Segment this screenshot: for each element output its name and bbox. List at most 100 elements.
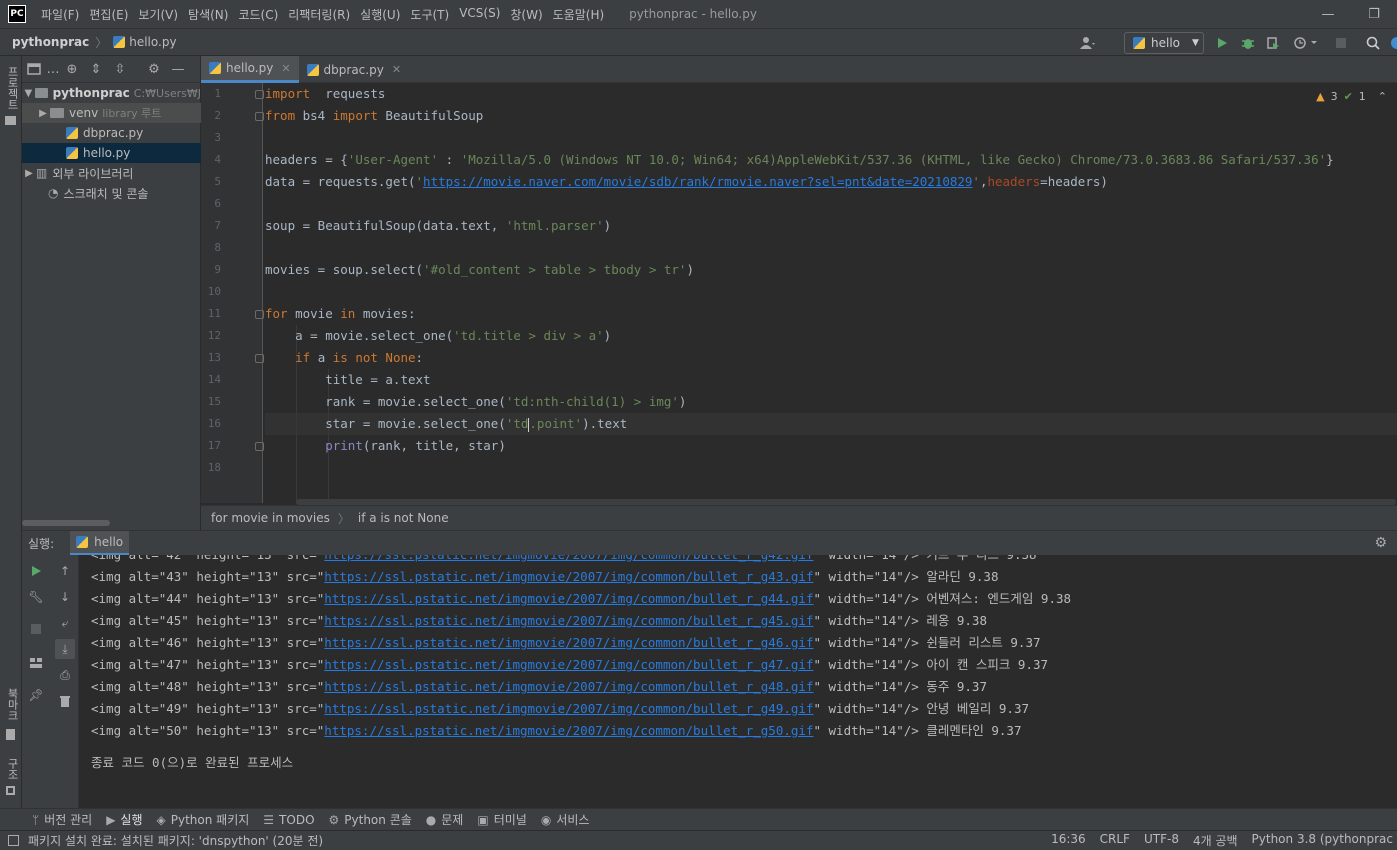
layout-icon[interactable] (26, 653, 46, 673)
breadcrumb-if[interactable]: if a is not None (358, 511, 449, 525)
trash-icon[interactable] (55, 691, 75, 711)
console-link[interactable]: https://ssl.pstatic.net/imgmovie/2007/im… (324, 657, 813, 672)
line-separator[interactable]: CRLF (1100, 832, 1130, 849)
chevron-up-icon[interactable]: ⌃ (1378, 90, 1387, 103)
fold-marker-icon[interactable] (255, 90, 264, 99)
console-link[interactable]: https://ssl.pstatic.net/imgmovie/2007/im… (324, 635, 813, 650)
tool-tab[interactable]: ᛘ 버전 관리 (32, 811, 92, 828)
fold-marker-icon[interactable] (255, 112, 264, 121)
run-tab-hello[interactable]: hello (70, 530, 130, 556)
menu-item[interactable]: 실행(U) (355, 6, 405, 23)
maximize-button[interactable]: ❐ (1351, 0, 1397, 28)
bookmarks-tool-tab[interactable]: 북마크 (4, 688, 20, 721)
tab-hello[interactable]: hello.py ✕ (201, 56, 299, 83)
menu-item[interactable]: VCS(S) (454, 6, 505, 23)
code-token: from (265, 108, 296, 123)
locate-icon[interactable]: ⊕ (60, 62, 84, 77)
menu-item[interactable]: 코드(C) (233, 6, 283, 23)
tree-root[interactable]: ▼ pythonprac C:₩Users₩J (22, 83, 201, 103)
fold-marker-icon[interactable] (255, 310, 264, 319)
print-icon[interactable]: ⎙ (55, 665, 75, 685)
menu-item[interactable]: 파일(F) (36, 6, 84, 23)
close-icon[interactable]: ✕ (281, 62, 290, 75)
profile-icon[interactable] (1292, 35, 1320, 51)
console-link[interactable]: https://ssl.pstatic.net/imgmovie/2007/im… (324, 723, 813, 738)
close-icon[interactable]: ✕ (392, 63, 401, 76)
tree-item-scratches[interactable]: ◔ 스크래치 및 콘솔 (22, 183, 201, 203)
caret-position[interactable]: 16:36 (1051, 832, 1086, 849)
tool-tab[interactable]: ● 문제 (426, 811, 464, 828)
coverage-icon[interactable] (1265, 35, 1281, 51)
menu-item[interactable]: 탐색(N) (183, 6, 233, 23)
status-toggle-icon[interactable] (8, 835, 19, 846)
debug-icon[interactable] (1240, 35, 1256, 51)
hide-icon[interactable]: — (166, 62, 190, 77)
tool-tab[interactable]: ▶ 실행 (106, 811, 142, 828)
console-link[interactable]: https://ssl.pstatic.net/imgmovie/2007/im… (324, 555, 813, 562)
tool-tab[interactable]: ◉ 서비스 (541, 811, 590, 828)
gear-icon[interactable]: ⚙ (1374, 535, 1387, 551)
scroll-to-end-icon[interactable]: ⤓ (55, 639, 75, 659)
nav-project[interactable]: pythonprac (12, 35, 89, 49)
fold-marker-icon[interactable] (255, 442, 264, 451)
collapse-all-icon[interactable]: ⇳ (108, 62, 132, 77)
menu-item[interactable]: 창(W) (505, 6, 547, 23)
pin-icon[interactable]: 📌︎ (26, 685, 46, 705)
tree-item-dbprac[interactable]: dbprac.py (22, 123, 201, 143)
tab-dbprac[interactable]: dbprac.py ✕ (299, 56, 410, 83)
console-link[interactable]: https://ssl.pstatic.net/imgmovie/2007/im… (324, 613, 813, 628)
soft-wrap-icon[interactable]: ⤶ (55, 613, 75, 633)
tool-tab[interactable]: ☰ TODO (263, 813, 314, 827)
tool-tab[interactable]: ▣ 터미널 (477, 811, 526, 828)
tool-tab[interactable]: ◈ Python 패키지 (157, 811, 250, 828)
arrow-down-icon[interactable]: ↓ (55, 587, 75, 607)
console-link[interactable]: https://ssl.pstatic.net/imgmovie/2007/im… (324, 701, 813, 716)
panel-layout-icon[interactable] (22, 63, 46, 75)
console-link[interactable]: https://ssl.pstatic.net/imgmovie/2007/im… (324, 679, 813, 694)
run-config-select[interactable]: hello ▼ (1124, 32, 1204, 54)
menu-item[interactable]: 도움말(H) (548, 6, 610, 23)
chevron-right-icon[interactable]: ▶ (36, 108, 50, 119)
console-link[interactable]: https://ssl.pstatic.net/imgmovie/2007/im… (324, 569, 813, 584)
console-link[interactable]: https://ssl.pstatic.net/imgmovie/2007/im… (324, 591, 813, 606)
arrow-up-icon[interactable]: ↑ (55, 561, 75, 581)
indent-setting[interactable]: 4개 공백 (1193, 832, 1238, 849)
chevron-right-icon[interactable]: ▶ (22, 168, 36, 179)
menu-item[interactable]: 편집(E) (84, 6, 133, 23)
wrench-icon[interactable]: 🔧︎ (26, 587, 46, 607)
line-number: 5 (214, 175, 221, 188)
status-message[interactable]: 패키지 설치 완료: 설치된 패키지: 'dnspython' (20분 전) (28, 832, 323, 849)
tool-tab[interactable]: ⚙ Python 콘솔 (329, 811, 412, 828)
inspection-widget[interactable]: ▲ 3 ✔ 1 ⌃ (1316, 90, 1387, 103)
tree-item-venv[interactable]: ▶ venv library 루트 (22, 103, 201, 123)
menu-item[interactable]: 보기(V) (133, 6, 183, 23)
chevron-down-icon[interactable]: ▼ (22, 88, 35, 99)
run-console[interactable]: 종료 코드 0(으)로 완료된 프로세스 <img alt="42" heigh… (79, 555, 1397, 808)
expand-all-icon[interactable]: ⇕ (84, 62, 108, 77)
stop-icon[interactable] (26, 619, 46, 639)
more-icon[interactable]: … (46, 62, 60, 77)
project-tool-tab[interactable]: 프로젝트 (4, 66, 20, 110)
tool-tab-label: 서비스 (556, 813, 590, 827)
minimize-button[interactable]: — (1305, 0, 1351, 28)
fold-marker-icon[interactable] (255, 354, 264, 363)
nav-file[interactable]: hello.py (129, 35, 176, 49)
breadcrumb-for[interactable]: for movie in movies (211, 511, 330, 525)
structure-tool-tab[interactable]: 구조 (4, 758, 20, 780)
updates-icon[interactable] (1388, 35, 1397, 51)
gear-icon[interactable]: ⚙ (142, 62, 166, 77)
project-scrollbar[interactable] (22, 520, 110, 526)
menu-item[interactable]: 도구(T) (405, 6, 454, 23)
code-area[interactable]: import requests from bs4 import Beautiful… (265, 83, 1397, 503)
stop-icon[interactable] (1333, 35, 1349, 51)
python-interpreter[interactable]: Python 3.8 (pythonprac (1252, 832, 1393, 849)
run-icon[interactable] (1214, 35, 1230, 51)
tree-item-external-libs[interactable]: ▶ ▥ 외부 라이브러리 (22, 163, 201, 183)
tree-item-hello[interactable]: hello.py (22, 143, 201, 163)
menu-item[interactable]: 리팩터링(R) (283, 6, 355, 23)
user-icon[interactable] (1080, 35, 1096, 51)
rerun-icon[interactable] (26, 561, 46, 581)
code-line: movies = soup.select('#old_content > tab… (265, 259, 694, 281)
file-encoding[interactable]: UTF-8 (1144, 832, 1179, 849)
search-icon[interactable] (1365, 35, 1381, 51)
